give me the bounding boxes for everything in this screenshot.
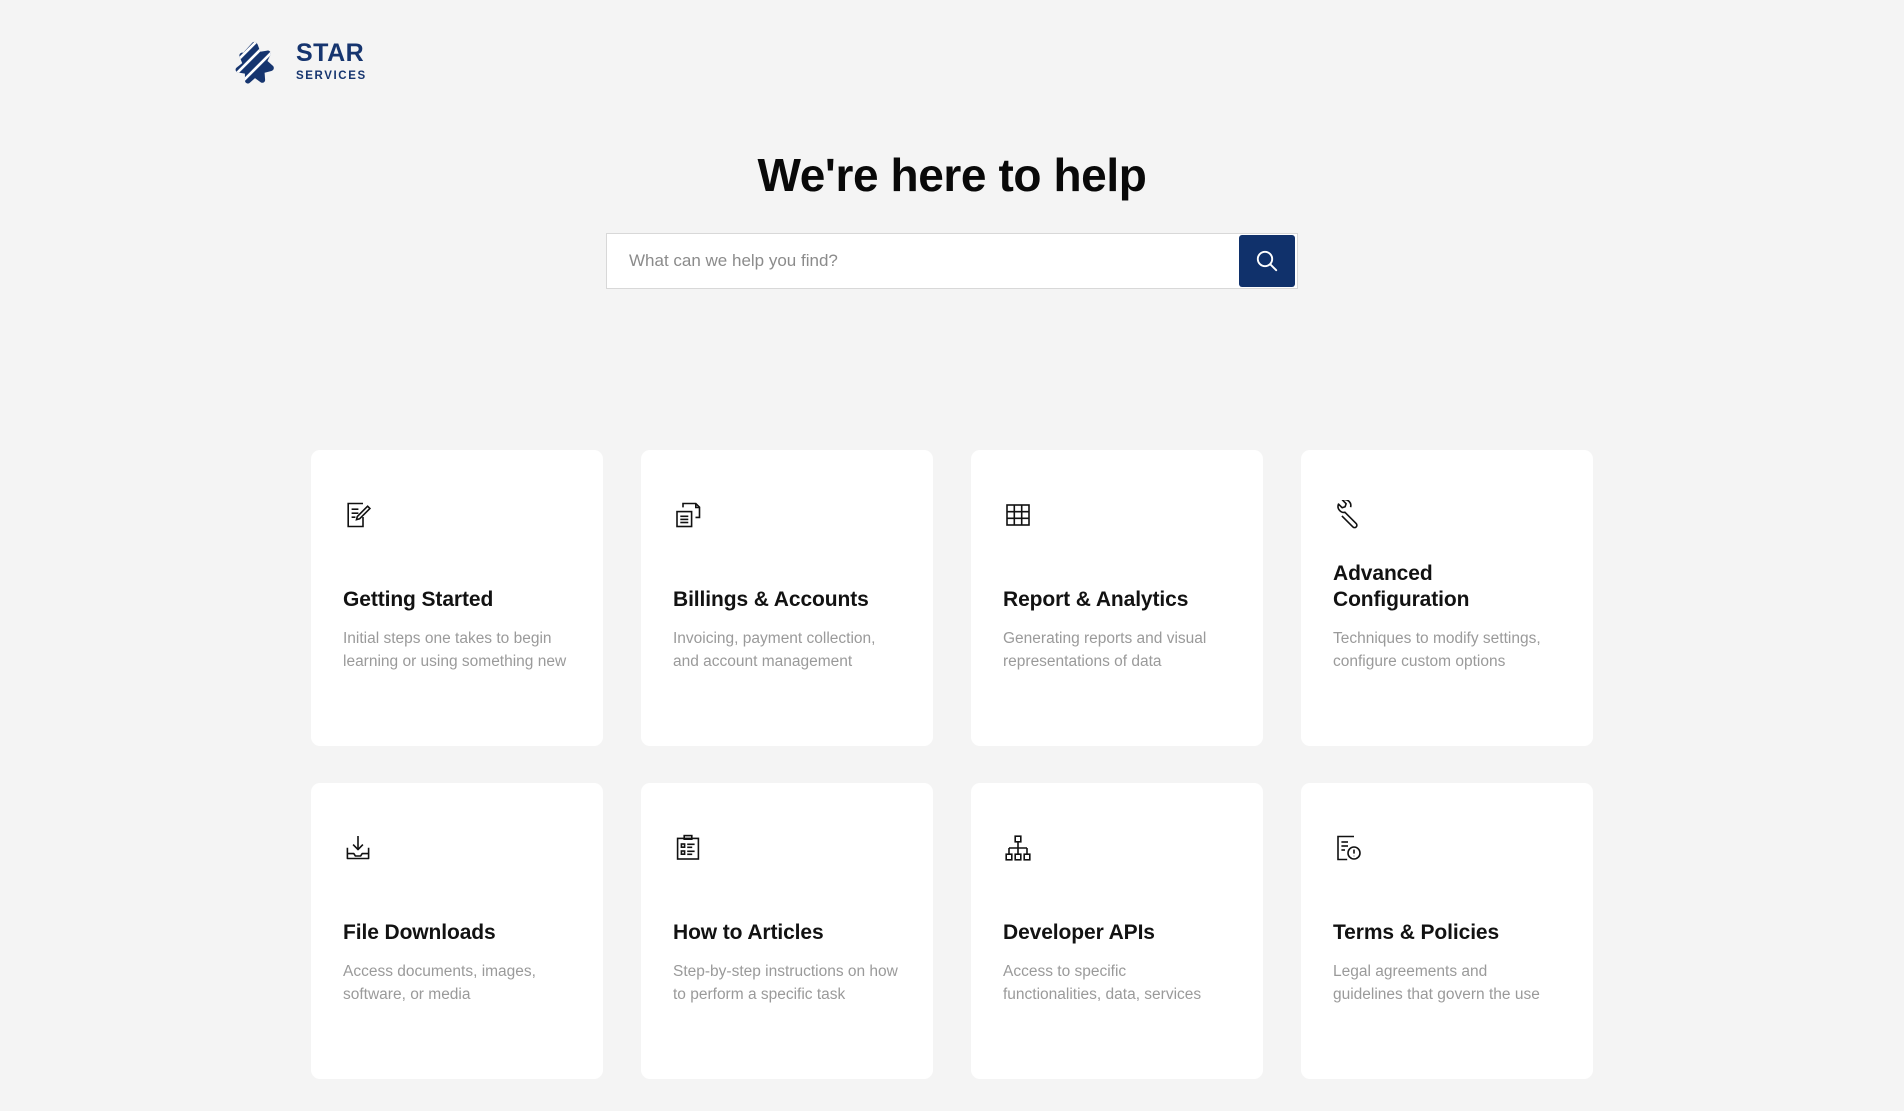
help-center-page: STAR SERVICES We're here to help What ca… <box>0 0 1904 1111</box>
card-title: File Downloads <box>343 920 496 944</box>
card-title: Advanced Configuration <box>1333 561 1470 611</box>
search-button[interactable] <box>1239 235 1295 287</box>
card-title: Terms & Policies <box>1333 920 1500 944</box>
search-icon <box>1254 248 1280 274</box>
grid-table-icon <box>1003 500 1231 534</box>
card-text: Advanced Configuration Techniques to mod… <box>1333 561 1561 746</box>
card-description: Access to specific functionalities, data… <box>1003 963 1202 1004</box>
card-text: Terms & Policies Legal agreements and gu… <box>1333 920 1561 1079</box>
card-text: File Downloads Access documents, images,… <box>343 920 571 1079</box>
card-description: Invoicing, payment collection, and accou… <box>673 630 876 671</box>
card-description: Legal agreements and guidelines that gov… <box>1333 963 1540 1004</box>
card-text: Report & Analytics Generating reports an… <box>1003 587 1231 746</box>
card-getting-started[interactable]: Getting Started Initial steps one takes … <box>311 450 603 746</box>
document-alert-icon <box>1333 833 1561 867</box>
card-file-downloads[interactable]: File Downloads Access documents, images,… <box>311 783 603 1079</box>
card-terms-policies[interactable]: Terms & Policies Legal agreements and gu… <box>1301 783 1593 1079</box>
card-title: Billings & Accounts <box>673 587 869 611</box>
card-billings-accounts[interactable]: Billings & Accounts Invoicing, payment c… <box>641 450 933 746</box>
page-title: We're here to help <box>757 149 1147 201</box>
brand-logo[interactable]: STAR SERVICES <box>234 38 367 86</box>
card-text: Billings & Accounts Invoicing, payment c… <box>673 587 901 746</box>
card-report-analytics[interactable]: Report & Analytics Generating reports an… <box>971 450 1263 746</box>
search-bar <box>606 233 1298 289</box>
card-text: Developer APIs Access to specific functi… <box>1003 920 1231 1079</box>
card-title: Developer APIs <box>1003 920 1155 944</box>
card-title: How to Articles <box>673 920 824 944</box>
wrench-icon <box>1333 500 1561 534</box>
card-description: Techniques to modify settings, configure… <box>1333 630 1541 671</box>
card-title: Getting Started <box>343 587 494 611</box>
card-description: Step-by-step instructions on how to perf… <box>673 963 898 1004</box>
search-input[interactable] <box>607 234 1239 288</box>
card-how-to-articles[interactable]: How to Articles Step-by-step instruction… <box>641 783 933 1079</box>
card-description: Initial steps one takes to begin learnin… <box>343 630 567 671</box>
category-card-grid: Getting Started Initial steps one takes … <box>311 450 1593 1079</box>
download-tray-icon <box>343 833 571 867</box>
brand-tagline: SERVICES <box>296 70 367 83</box>
card-description: Generating reports and visual representa… <box>1003 630 1207 671</box>
card-title: Report & Analytics <box>1003 587 1189 611</box>
brand-name: STAR <box>296 39 365 68</box>
clipboard-list-icon <box>673 833 901 867</box>
card-advanced-configuration[interactable]: Advanced Configuration Techniques to mod… <box>1301 450 1593 746</box>
star-stripes-logo-icon <box>234 38 282 86</box>
document-edit-icon <box>343 500 571 534</box>
card-developer-apis[interactable]: Developer APIs Access to specific functi… <box>971 783 1263 1079</box>
copy-documents-icon <box>673 500 901 534</box>
card-description: Access documents, images, software, or m… <box>343 963 536 1004</box>
hierarchy-icon <box>1003 833 1231 867</box>
brand-wordmark: STAR SERVICES <box>296 41 367 83</box>
card-text: How to Articles Step-by-step instruction… <box>673 920 901 1079</box>
card-text: Getting Started Initial steps one takes … <box>343 587 571 746</box>
